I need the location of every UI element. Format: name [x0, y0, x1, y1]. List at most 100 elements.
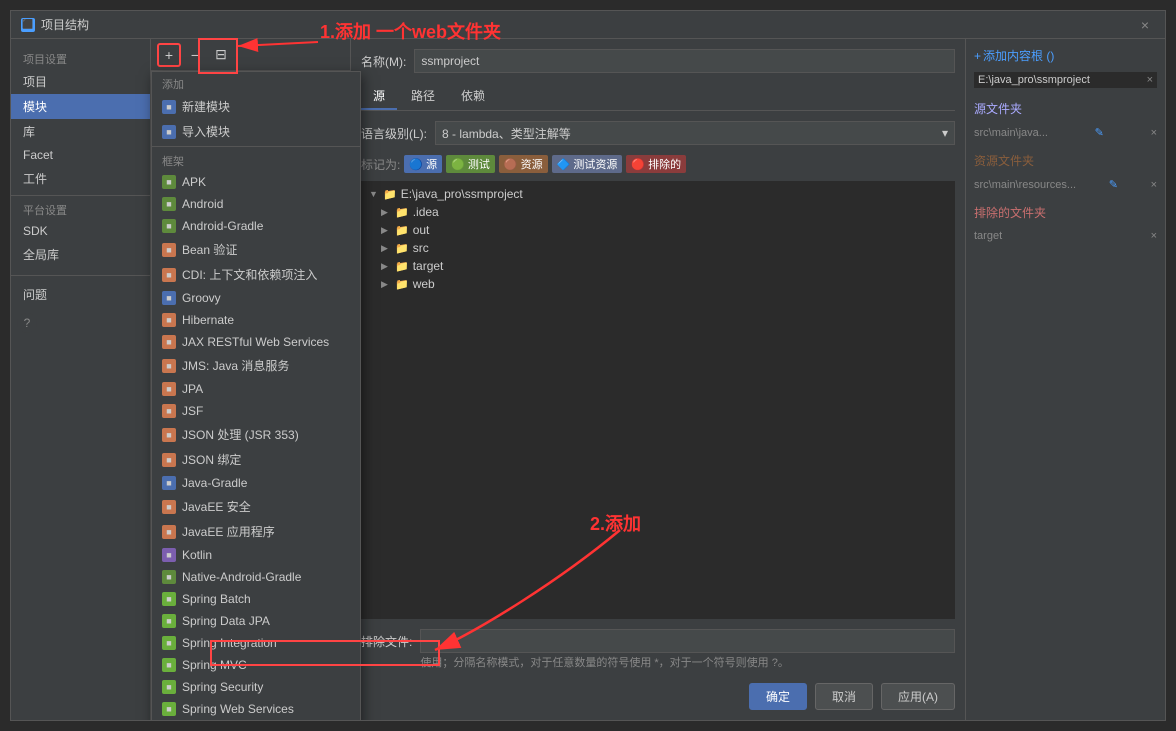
info-path: E:\java_pro\ssmproject × [974, 72, 1157, 88]
info-source-title: 源文件夹 [974, 100, 1157, 117]
file-tree: ▼ 📁 E:\java_pro\ssmproject ▶ 📁 .idea ▶ 📁… [361, 181, 955, 619]
add-dropdown-menu: 添加 ■ 新建模块 ■ 导入模块 框架 ■ APK ■ Android [151, 71, 361, 720]
info-excluded-item: target × [974, 229, 1157, 243]
badge-source[interactable]: 🔵 源 [404, 155, 442, 173]
tree-src[interactable]: ▶ 📁 src [365, 239, 951, 257]
import-module-icon: ■ [162, 125, 176, 139]
dropdown-spring-data-jpa[interactable]: ■ Spring Data JPA [152, 610, 360, 632]
groovy-icon: ■ [162, 291, 176, 305]
module-toolbar: + − ⊟ [151, 39, 350, 71]
info-resources-close[interactable]: × [1151, 179, 1157, 191]
spring-integration-icon: ■ [162, 636, 176, 650]
info-resources-edit[interactable]: ✎ [1109, 178, 1118, 191]
info-source-item: src\main\java... ✎ × [974, 125, 1157, 140]
info-add-icon: + [974, 49, 981, 63]
hibernate-icon: ■ [162, 313, 176, 327]
close-button[interactable]: × [1135, 15, 1155, 35]
tree-idea-icon: 📁 [395, 206, 409, 219]
jms-icon: ■ [162, 359, 176, 373]
dropdown-jsf[interactable]: ■ JSF [152, 400, 360, 422]
name-input[interactable] [414, 49, 955, 73]
info-add-content-root-btn[interactable]: + 添加内容根 () [974, 47, 1157, 64]
tree-web[interactable]: ▶ 📁 web [365, 275, 951, 293]
sidebar-item-library[interactable]: 库 [11, 119, 150, 144]
tree-target-icon: 📁 [395, 260, 409, 273]
sidebar-item-facet[interactable]: Facet [11, 144, 150, 166]
sidebar: 项目设置 项目 模块 库 Facet 工件 平台设置 SDK 全局库 问题 ? [11, 39, 151, 720]
dropdown-groovy[interactable]: ■ Groovy [152, 287, 360, 309]
dropdown-spring-integration[interactable]: ■ Spring Integration [152, 632, 360, 654]
dropdown-spring-batch[interactable]: ■ Spring Batch [152, 588, 360, 610]
info-source-close[interactable]: × [1151, 127, 1157, 139]
sidebar-item-problems[interactable]: 问题 [11, 282, 150, 307]
dropdown-jpa[interactable]: ■ JPA [152, 378, 360, 400]
tree-target-arrow: ▶ [381, 261, 391, 272]
tree-root[interactable]: ▼ 📁 E:\java_pro\ssmproject [365, 185, 951, 203]
java-gradle-icon: ■ [162, 476, 176, 490]
dropdown-spring-security[interactable]: ■ Spring Security [152, 676, 360, 698]
tab-path[interactable]: 路径 [399, 83, 447, 110]
cancel-button[interactable]: 取消 [815, 683, 873, 710]
info-path-close[interactable]: × [1147, 74, 1153, 86]
tree-src-icon: 📁 [395, 242, 409, 255]
sidebar-item-project[interactable]: 项目 [11, 69, 150, 94]
spring-batch-icon: ■ [162, 592, 176, 606]
dropdown-spring-mvc[interactable]: ■ Spring MVC [152, 654, 360, 676]
sidebar-item-artifact[interactable]: 工件 [11, 166, 150, 191]
dropdown-import-module[interactable]: ■ 导入模块 [152, 119, 360, 144]
framework-section-label: 框架 [152, 149, 360, 171]
badge-test-resource[interactable]: 🔷 测试资源 [552, 155, 623, 173]
exclude-input[interactable] [420, 629, 955, 653]
dropdown-cdi[interactable]: ■ CDI: 上下文和依赖项注入 [152, 262, 360, 287]
info-add-label: 添加内容根 () [983, 47, 1054, 64]
confirm-button[interactable]: 确定 [749, 683, 807, 710]
mark-row: 标记为: 🔵 源 🟢 测试 🟤 资源 🔷 测试资源 🔴 排除的 [361, 155, 955, 173]
dropdown-kotlin[interactable]: ■ Kotlin [152, 544, 360, 566]
sidebar-item-module[interactable]: 模块 [11, 94, 150, 119]
badge-test[interactable]: 🟢 测试 [446, 155, 495, 173]
dropdown-javaee-security[interactable]: ■ JavaEE 安全 [152, 494, 360, 519]
dropdown-json353[interactable]: ■ JSON 处理 (JSR 353) [152, 422, 360, 447]
dropdown-java-gradle[interactable]: ■ Java-Gradle [152, 472, 360, 494]
tree-out-arrow: ▶ [381, 225, 391, 236]
dropdown-android[interactable]: ■ Android [152, 193, 360, 215]
tree-out-icon: 📁 [395, 224, 409, 237]
lang-arrow: ▾ [942, 126, 948, 140]
tree-src-arrow: ▶ [381, 243, 391, 254]
tree-out[interactable]: ▶ 📁 out [365, 221, 951, 239]
dropdown-javaee-app[interactable]: ■ JavaEE 应用程序 [152, 519, 360, 544]
remove-button[interactable]: − [183, 43, 207, 67]
dropdown-hibernate[interactable]: ■ Hibernate [152, 309, 360, 331]
sidebar-item-sdk[interactable]: SDK [11, 220, 150, 242]
add-button[interactable]: + [157, 43, 181, 67]
add-menu-title: 添加 [152, 72, 360, 94]
dropdown-spring-web-services[interactable]: ■ Spring Web Services [152, 698, 360, 720]
badge-resource[interactable]: 🟤 资源 [499, 155, 548, 173]
dropdown-apk[interactable]: ■ APK [152, 171, 360, 193]
sidebar-item-global-lib[interactable]: 全局库 [11, 242, 150, 267]
apply-button[interactable]: 应用(A) [881, 683, 955, 710]
tab-dependency[interactable]: 依赖 [449, 83, 497, 110]
copy-button[interactable]: ⊟ [209, 43, 233, 67]
help-button[interactable]: ? [17, 313, 37, 333]
dropdown-bean[interactable]: ■ Bean 验证 [152, 237, 360, 262]
tree-root-arrow: ▼ [369, 189, 379, 199]
badge-excluded[interactable]: 🔴 排除的 [626, 155, 686, 173]
dropdown-native-android[interactable]: ■ Native-Android-Gradle [152, 566, 360, 588]
tree-web-icon: 📁 [395, 278, 409, 291]
mark-label: 标记为: [361, 156, 400, 173]
dropdown-android-gradle[interactable]: ■ Android-Gradle [152, 215, 360, 237]
info-excluded-close[interactable]: × [1151, 230, 1157, 242]
dropdown-jax[interactable]: ■ JAX RESTful Web Services [152, 331, 360, 353]
lang-row: 语言级别(L): 8 - lambda、类型注解等 ▾ [361, 121, 955, 145]
dropdown-jms[interactable]: ■ JMS: Java 消息服务 [152, 353, 360, 378]
tab-source[interactable]: 源 [361, 83, 397, 110]
dropdown-json-bind[interactable]: ■ JSON 绑定 [152, 447, 360, 472]
tree-target[interactable]: ▶ 📁 target [365, 257, 951, 275]
new-module-icon: ■ [162, 100, 176, 114]
info-source-edit[interactable]: ✎ [1095, 126, 1104, 139]
dropdown-new-module[interactable]: ■ 新建模块 [152, 94, 360, 119]
tree-idea[interactable]: ▶ 📁 .idea [365, 203, 951, 221]
lang-select[interactable]: 8 - lambda、类型注解等 ▾ [435, 121, 955, 145]
tree-web-label: web [413, 277, 435, 291]
